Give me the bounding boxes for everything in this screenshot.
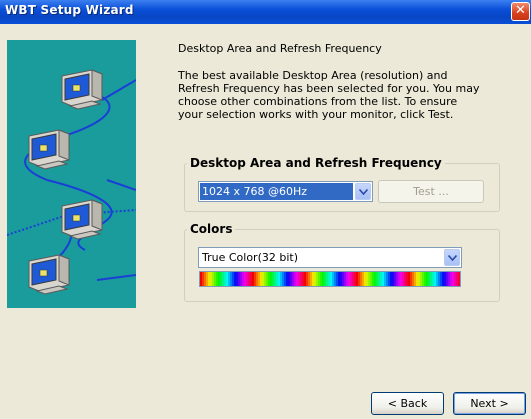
colors-group-label: Colors (190, 222, 233, 236)
network-monitors-illustration (7, 69, 136, 295)
next-button[interactable]: Next > (453, 392, 526, 415)
page-description: The best available Desktop Area (resolut… (178, 69, 480, 121)
monitor-icon (61, 69, 103, 110)
close-button[interactable]: ✕ (511, 2, 530, 21)
color-spectrum-bar (200, 272, 460, 286)
test-button[interactable]: Test ... (378, 180, 484, 203)
chevron-down-icon (448, 255, 457, 261)
monitor-icon (28, 129, 70, 170)
colors-selected-value: True Color(32 bit) (202, 251, 299, 264)
resolution-group-label: Desktop Area and Refresh Frequency (190, 156, 442, 170)
monitor-icon (61, 199, 103, 240)
wizard-content: Desktop Area and Refresh Frequency The b… (2, 26, 529, 417)
close-icon: ✕ (515, 3, 526, 18)
resolution-dropdown[interactable]: 1024 x 768 @60Hz (198, 181, 373, 202)
colors-dropdown-button[interactable] (444, 249, 460, 266)
title-bar[interactable]: WBT Setup Wizard ✕ (0, 0, 531, 24)
monitor-icon (28, 254, 70, 295)
wizard-window: WBT Setup Wizard ✕ Desktop Area and Refr… (0, 0, 531, 419)
back-button[interactable]: < Back (371, 392, 444, 415)
chevron-down-icon (359, 189, 368, 195)
page-heading: Desktop Area and Refresh Frequency (178, 42, 382, 55)
wizard-side-illustration (7, 40, 136, 308)
intro-text: Desktop Area and Refresh Frequency The b… (178, 42, 523, 121)
resolution-selected-value: 1024 x 768 @60Hz (200, 183, 353, 200)
resolution-dropdown-button[interactable] (355, 183, 371, 200)
window-title: WBT Setup Wizard (5, 3, 134, 17)
color-depth-preview (199, 271, 461, 287)
colors-dropdown[interactable]: True Color(32 bit) (198, 247, 462, 268)
